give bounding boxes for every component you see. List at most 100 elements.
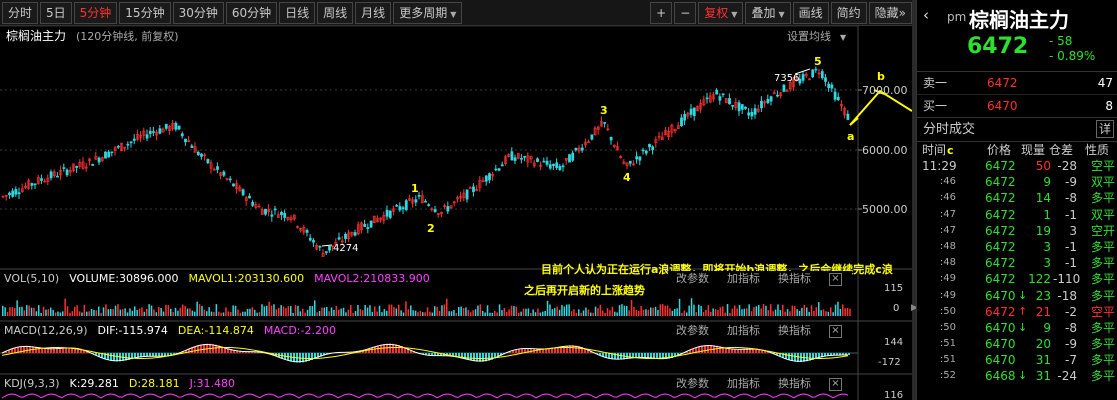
kdj-add-indicator-button[interactable]: 加指标 <box>727 377 760 390</box>
vol-axis-top: 115 <box>884 283 903 294</box>
volume-bar <box>549 304 551 316</box>
volume-bar <box>566 304 568 316</box>
trade-nature: 多平 <box>1090 288 1115 303</box>
period-tab-weekly[interactable]: 周线 <box>317 2 354 24</box>
volume-bar <box>117 304 119 316</box>
vol-indicator-name[interactable]: VOL(5,10) <box>4 272 59 285</box>
candle-body <box>510 151 514 161</box>
kdj-d-value: D:28.181 <box>128 377 180 390</box>
overlay-button[interactable]: 叠加 ▼ <box>745 2 791 24</box>
volume-bar <box>33 307 35 316</box>
simple-button[interactable]: 简约 <box>830 2 867 24</box>
vol-add-indicator-button[interactable]: 加指标 <box>727 272 760 285</box>
volume-bar <box>105 304 107 316</box>
macd-add-indicator-button[interactable]: 加指标 <box>727 324 760 337</box>
volume-bar <box>527 308 530 316</box>
period-tab-intraday[interactable]: 分时 <box>2 2 39 24</box>
candle-body <box>11 190 15 197</box>
volume-bar <box>165 304 167 316</box>
volume-bar <box>400 310 402 316</box>
volume-bar <box>748 304 750 316</box>
back-arrow-icon[interactable]: ‹ <box>923 6 929 24</box>
close-icon[interactable]: × <box>829 272 842 286</box>
trade-nature: 多平 <box>1090 320 1115 335</box>
kdj-edit-params-button[interactable]: 改参数 <box>676 377 709 390</box>
trade-price: 6470 <box>985 320 1016 335</box>
candle-body <box>65 169 69 176</box>
macd-switch-indicator-button[interactable]: 换指标 <box>778 324 811 337</box>
chart-area[interactable]: 棕榈油主力 (120分钟线, 前复权) 设置均线 ▼ 7000.00 6000.… <box>0 26 912 400</box>
hide-button[interactable]: 隐藏» <box>868 2 912 24</box>
volume-bar <box>662 304 664 316</box>
volume-bar <box>542 311 544 316</box>
sell1-volume: 47 <box>1097 76 1113 90</box>
trades-detail-button[interactable]: 详 <box>1096 120 1114 138</box>
draw-line-button[interactable]: 画线 <box>792 2 829 24</box>
candle-body <box>404 200 408 210</box>
volume-bar <box>74 307 76 316</box>
period-tab-daily[interactable]: 日线 <box>279 2 316 24</box>
period-tab-monthly[interactable]: 月线 <box>355 2 392 24</box>
trade-nature: 多平 <box>1090 239 1115 254</box>
close-icon[interactable]: × <box>829 377 842 391</box>
period-tab-5day[interactable]: 5日 <box>40 2 72 24</box>
more-periods-label: 更多周期 <box>399 6 448 20</box>
volume-bar <box>242 311 244 316</box>
zoom-in-button[interactable]: + <box>650 2 673 24</box>
trades-list[interactable]: 11:29 6472 50 -28 空平:46 6472 9 -9 双平:46 6472 14 -8 多… <box>917 158 1117 385</box>
kdj-indicator-name[interactable]: KDJ(9,3,3) <box>4 377 60 390</box>
period-tab-60min[interactable]: 60分钟 <box>225 2 278 24</box>
volume-bar <box>544 310 546 316</box>
more-periods-dropdown[interactable]: 更多周期 ▼ <box>393 2 463 24</box>
candle-body <box>747 112 751 116</box>
candle-body <box>715 89 719 95</box>
app-window: 分时 5日 5分钟 15分钟 30分钟 60分钟 日线 周线 月线 更多周期 ▼ + − 复权 ▼ 叠加 ▼ 画… <box>0 0 1117 400</box>
candle-body <box>270 214 274 217</box>
trade-oi-change: -1 <box>1065 207 1077 222</box>
volume-bar <box>546 300 549 316</box>
candle-body <box>683 114 687 121</box>
macd-edit-params-button[interactable]: 改参数 <box>676 324 709 337</box>
volume-bar <box>534 312 537 316</box>
candle-body <box>107 151 111 158</box>
candle-body <box>424 200 427 203</box>
kdj-lines <box>1 393 849 399</box>
volume-bar <box>777 304 779 316</box>
volume-bar <box>350 305 352 316</box>
period-tab-30min[interactable]: 30分钟 <box>172 2 224 24</box>
volume-bar <box>520 311 522 316</box>
kdj-switch-indicator-button[interactable]: 换指标 <box>778 377 811 390</box>
volume-bar <box>419 310 422 316</box>
macd-bar <box>380 344 382 353</box>
volume-bar <box>258 312 261 316</box>
candle-body <box>488 173 491 181</box>
volume-bar <box>412 310 414 316</box>
volume-bar <box>21 306 23 316</box>
candle-body <box>75 165 79 168</box>
close-icon[interactable]: × <box>829 324 842 338</box>
zoom-out-button[interactable]: − <box>674 2 697 24</box>
candle-body <box>638 156 642 161</box>
volume-bar <box>765 305 767 316</box>
macd-indicator-name[interactable]: MACD(12,26,9) <box>4 324 88 337</box>
volume-bar <box>770 304 772 316</box>
volume-bar <box>54 312 57 316</box>
period-tab-15min[interactable]: 15分钟 <box>119 2 171 24</box>
vol-edit-params-button[interactable]: 改参数 <box>676 272 709 285</box>
period-tab-5min[interactable]: 5分钟 <box>73 2 118 24</box>
volume-bar <box>354 311 357 316</box>
volume-bar <box>220 312 222 316</box>
kdj-j-value: J:31.480 <box>189 377 236 390</box>
adjust-button[interactable]: 复权 ▼ <box>698 2 744 24</box>
volume-bar <box>678 298 681 316</box>
trade-volume: 31 <box>1035 353 1051 368</box>
chart-canvas[interactable]: 棕榈油主力 (120分钟线, 前复权) 设置均线 ▼ 7000.00 6000.… <box>0 26 912 400</box>
vol-switch-indicator-button[interactable]: 换指标 <box>778 272 811 285</box>
candle-body <box>132 138 136 141</box>
trade-row: :47 6472 19 3 空开 <box>917 223 1117 239</box>
ma-settings-button[interactable]: 设置均线 <box>787 29 831 43</box>
trade-price: 6472 <box>985 239 1016 254</box>
volume-bar <box>261 304 263 316</box>
candle-body <box>753 108 757 115</box>
volume-bar <box>786 309 789 316</box>
